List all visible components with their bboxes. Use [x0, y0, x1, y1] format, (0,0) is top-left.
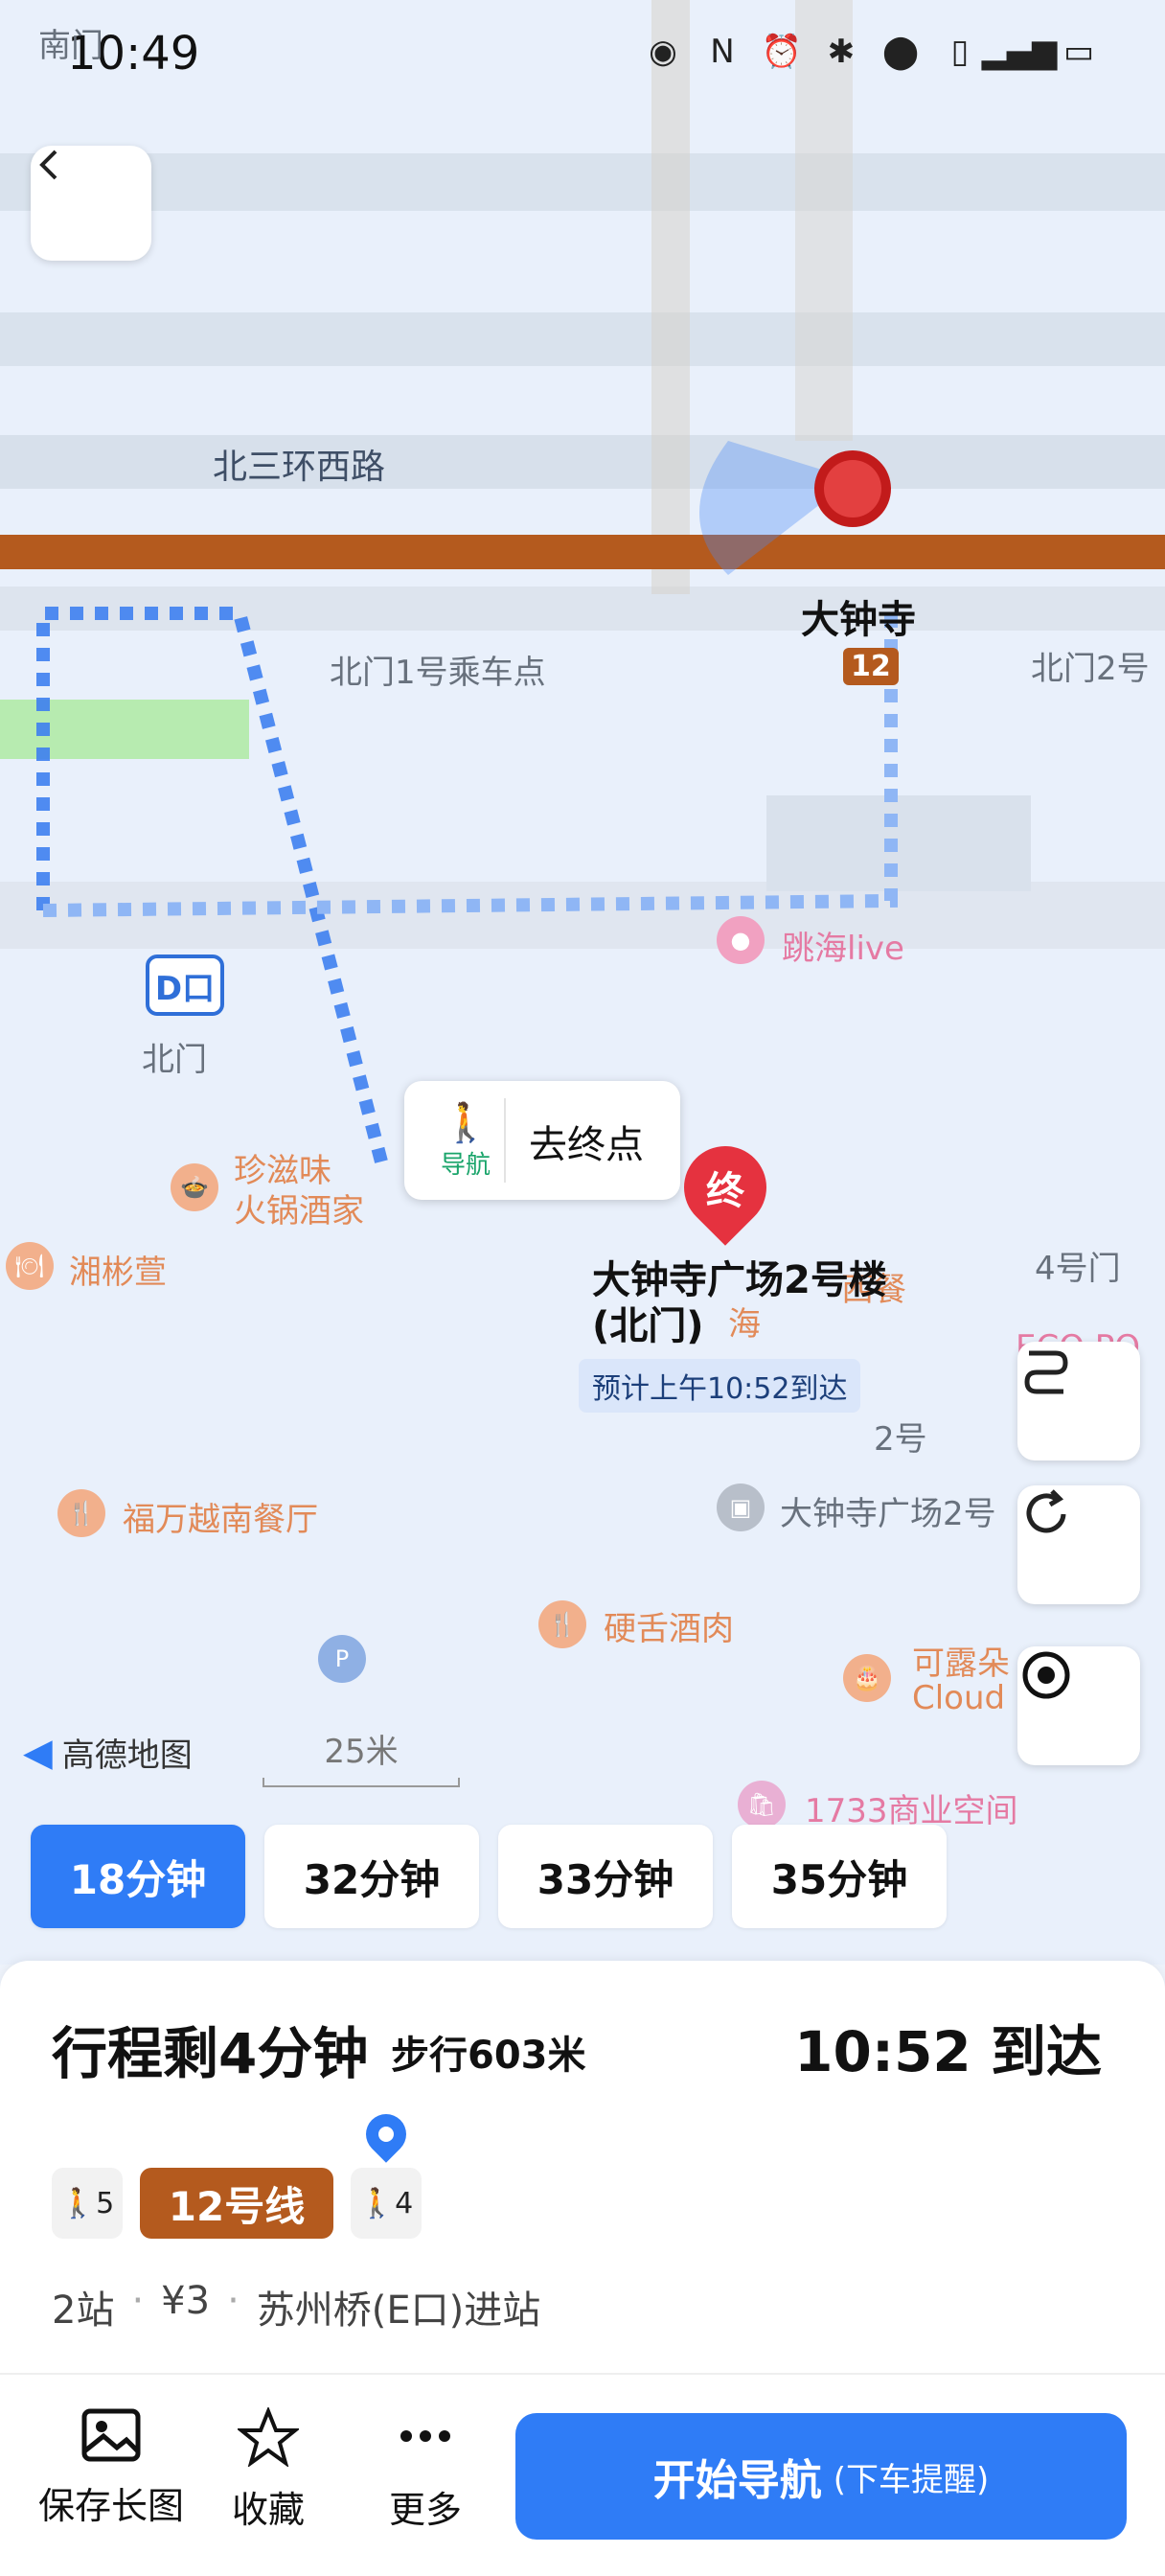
building-icon: ▣ — [717, 1484, 765, 1531]
walk-after-minutes: 4 — [395, 2186, 414, 2220]
line-12-badge: 12 — [843, 648, 899, 685]
end-marker-label: 终 — [706, 1169, 744, 1213]
stop-count: 2站 — [52, 2288, 115, 2333]
walk-icon: 🚶 — [442, 1101, 490, 1145]
more-label: 更多 — [388, 2489, 462, 2531]
label-north-gate: 北门 — [142, 1041, 207, 1079]
label-yingshe[interactable]: 硬舌酒肉 — [604, 1602, 734, 1649]
route-tabs: 18分钟 32分钟 33分钟 35分钟 — [31, 1825, 947, 1928]
poi-pin-icon: ● — [717, 916, 765, 964]
walk-before-minutes: 5 — [96, 2186, 115, 2220]
route-icon — [1024, 1350, 1068, 1394]
amap-logo-text: 高德地图 — [61, 1736, 193, 1775]
bluetooth-icon: ✱ — [827, 33, 856, 71]
entry-station: 苏州桥(E口)进站 — [256, 2288, 541, 2333]
tab-route-2[interactable]: 32分钟 — [264, 1825, 479, 1928]
route-layer-button[interactable] — [1017, 1342, 1140, 1460]
walk-nav-button[interactable]: 🚶 导航 — [427, 1098, 506, 1183]
label-south-gate: 南门 — [38, 27, 103, 65]
save-image-label: 保存长图 — [37, 2485, 184, 2527]
save-image-button[interactable]: 保存长图 — [34, 2407, 188, 2529]
alight-reminder-label: (下车提醒) — [833, 2460, 990, 2499]
label-cloud: Cloud — [912, 1679, 1006, 1717]
label-road: 北三环西路 — [213, 448, 386, 487]
locate-button[interactable] — [1017, 1646, 1140, 1765]
shopping-icon: 🛍 — [738, 1781, 786, 1828]
start-navigation-label: 开始导航 — [652, 2456, 822, 2505]
d-exit-badge[interactable]: D口 — [146, 954, 224, 1016]
walk-icon: 🚶 — [358, 2186, 396, 2220]
map-view[interactable]: 10:49 ◉ N ⏰ ✱ ⬤ ▯ ▂▄▆ ▭ 南门 北三环西路 大钟寺 12 … — [0, 0, 1165, 1965]
refresh-button[interactable] — [1017, 1485, 1140, 1604]
label-fuwan[interactable]: 福万越南餐厅 — [123, 1493, 318, 1540]
walk-icon: 🚶 — [59, 2186, 97, 2220]
chevron-left-icon — [39, 150, 57, 180]
star-icon — [238, 2407, 299, 2467]
restaurant-icon: 🍽 — [6, 1242, 54, 1290]
tab-route-4[interactable]: 35分钟 — [732, 1825, 947, 1928]
map-scale: 25米 — [263, 1725, 460, 1787]
nav-to-end-popup[interactable]: 🚶 导航 去终点 — [404, 1081, 680, 1200]
eye-icon: ◉ — [649, 33, 677, 71]
walk-segment-after: 🚶 4 — [351, 2168, 422, 2239]
back-button[interactable] — [31, 146, 151, 261]
cake-icon: 🎂 — [843, 1654, 891, 1702]
amap-logo-icon: ◀ — [23, 1730, 53, 1775]
label-tiaohai[interactable]: 跳海live — [782, 922, 904, 969]
label-no2: 2号 — [874, 1420, 927, 1459]
image-icon — [81, 2408, 141, 2462]
amap-logo: ◀ 高德地图 — [23, 1729, 193, 1776]
nfc-icon: N — [710, 33, 735, 71]
arrival-time: 10:52 到达 — [794, 2019, 1102, 2084]
line-12-segment[interactable]: 12号线 — [140, 2168, 333, 2239]
restaurant-icon: 🍴 — [538, 1600, 586, 1648]
battery-icon: ▭ — [1062, 33, 1095, 71]
label-bus-stop-2[interactable]: 北门2号 — [1031, 642, 1150, 689]
label-kelu[interactable]: 可露朵 — [912, 1637, 1010, 1684]
refresh-icon — [1026, 1489, 1066, 1533]
eta-tag: 预计上午10:52到达 — [579, 1359, 861, 1413]
walk-distance: 步行603米 — [391, 2034, 586, 2078]
favorite-label: 收藏 — [231, 2489, 305, 2531]
trip-remaining: 行程剩4分钟 — [52, 2021, 369, 2086]
restaurant-icon: 🍲 — [171, 1163, 218, 1211]
route-detail: 2站 · ¥3 · 苏州桥(E口)进站 — [52, 2279, 541, 2333]
tab-route-1[interactable]: 18分钟 — [31, 1825, 245, 1928]
label-hotpot[interactable]: 火锅酒家 — [234, 1184, 364, 1231]
destination-name[interactable]: 大钟寺广场2号楼(北门) — [592, 1257, 899, 1349]
divider — [0, 2373, 1165, 2375]
locate-icon — [1022, 1651, 1070, 1699]
fare: ¥3 — [161, 2279, 211, 2323]
label-gate4: 4号门 — [1035, 1250, 1121, 1288]
favorite-button[interactable]: 收藏 — [192, 2407, 345, 2533]
alarm-icon: ⏰ — [761, 33, 803, 71]
more-icon — [400, 2430, 450, 2442]
map-scale-text: 25米 — [324, 1733, 399, 1771]
tab-route-3[interactable]: 33分钟 — [498, 1825, 713, 1928]
go-to-end-label[interactable]: 去终点 — [529, 1114, 644, 1169]
label-plaza2[interactable]: 大钟寺广场2号 — [780, 1487, 996, 1534]
signal-icon: ▂▄▆ — [981, 33, 1058, 71]
walk-segment-before: 🚶 5 — [52, 2168, 123, 2239]
more-button[interactable]: 更多 — [349, 2407, 502, 2533]
label-bus-stop-1[interactable]: 北门1号乘车点 — [330, 646, 546, 693]
location-icon: ⬤ — [881, 33, 920, 71]
label-station[interactable]: 大钟寺 — [801, 588, 916, 644]
parking-icon: P — [318, 1635, 366, 1683]
restaurant-icon: 🍴 — [57, 1489, 105, 1537]
start-navigation-button[interactable]: 开始导航 (下车提醒) — [515, 2413, 1127, 2540]
status-bar: 10:49 ◉ N ⏰ ✱ ⬤ ▯ ▂▄▆ ▭ — [0, 0, 1165, 115]
walk-nav-label: 导航 — [440, 1151, 491, 1180]
vibrate-icon: ▯ — [950, 33, 970, 71]
label-xiangbin[interactable]: 湘彬萱 — [69, 1246, 167, 1293]
